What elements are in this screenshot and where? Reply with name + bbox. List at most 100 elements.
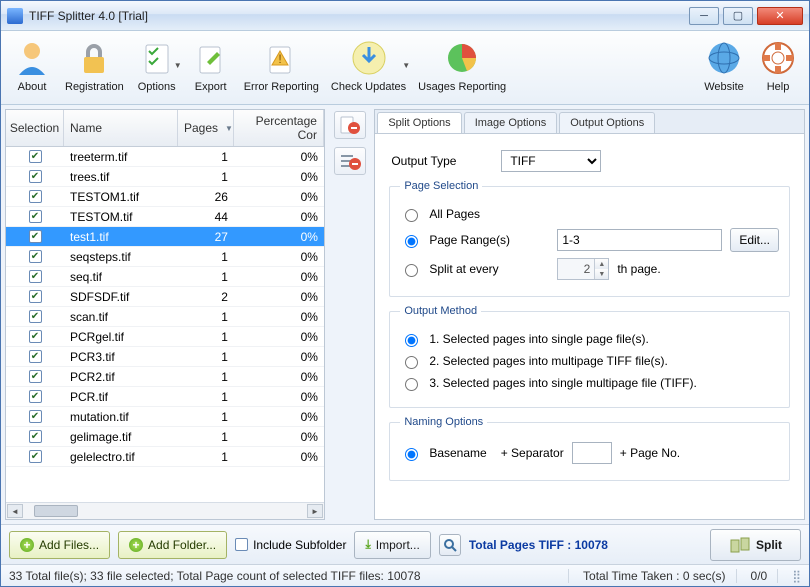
table-row[interactable]: PCRgel.tif10% <box>6 327 324 347</box>
page-range-input[interactable] <box>557 229 722 251</box>
split-every-stepper[interactable]: ▲▼ <box>557 258 609 280</box>
radio-output-multi[interactable] <box>405 356 418 369</box>
row-checkbox[interactable] <box>29 410 42 423</box>
row-checkbox[interactable] <box>29 230 42 243</box>
table-row[interactable]: PCR2.tif10% <box>6 367 324 387</box>
help-button[interactable]: Help <box>751 33 805 102</box>
edit-range-button[interactable]: Edit... <box>730 228 779 252</box>
remove-file-button[interactable] <box>334 111 366 139</box>
row-checkbox[interactable] <box>29 430 42 443</box>
tab-image-options[interactable]: Image Options <box>464 112 558 133</box>
file-grid: Selection Name Pages▼ Percentage Cor tre… <box>5 109 325 520</box>
scroll-right-button[interactable]: ► <box>307 504 323 518</box>
row-checkbox[interactable] <box>29 170 42 183</box>
output-type-select[interactable]: TIFF <box>501 150 601 172</box>
cell-pct: 0% <box>234 210 324 224</box>
registration-button[interactable]: Registration <box>59 33 130 102</box>
row-checkbox[interactable] <box>29 250 42 263</box>
row-checkbox[interactable] <box>29 270 42 283</box>
cell-name: gelelectro.tif <box>64 450 178 464</box>
add-folder-button[interactable]: +Add Folder... <box>118 531 227 559</box>
separator-input[interactable] <box>572 442 612 464</box>
radio-split-every[interactable] <box>405 264 418 277</box>
cell-name: TESTOM.tif <box>64 210 178 224</box>
radio-output-single-multi[interactable] <box>405 378 418 391</box>
minimize-button[interactable]: ─ <box>689 7 719 25</box>
table-row[interactable]: TESTOM.tif440% <box>6 207 324 227</box>
row-checkbox[interactable] <box>29 370 42 383</box>
chevron-down-icon[interactable]: ▼ <box>402 61 410 70</box>
tab-split-options[interactable]: Split Options <box>377 112 461 133</box>
cell-pct: 0% <box>234 410 324 424</box>
radio-output-single[interactable] <box>405 334 418 347</box>
table-row[interactable]: TESTOM1.tif260% <box>6 187 324 207</box>
grid-header: Selection Name Pages▼ Percentage Cor <box>6 110 324 147</box>
table-row[interactable]: scan.tif10% <box>6 307 324 327</box>
radio-basename[interactable] <box>405 448 418 461</box>
table-row[interactable]: trees.tif10% <box>6 167 324 187</box>
col-pages[interactable]: Pages▼ <box>178 110 234 146</box>
cell-name: mutation.tif <box>64 410 178 424</box>
table-row[interactable]: SDFSDF.tif20% <box>6 287 324 307</box>
radio-page-range[interactable] <box>405 235 418 248</box>
export-button[interactable]: Export <box>184 33 238 102</box>
cell-pages: 1 <box>178 390 234 404</box>
scroll-left-button[interactable]: ◄ <box>7 504 23 518</box>
output-method-group: Output Method 1. Selected pages into sin… <box>389 305 790 408</box>
usages-reporting-button[interactable]: Usages Reporting <box>412 33 512 102</box>
grid-body[interactable]: treeterm.tif10%trees.tif10%TESTOM1.tif26… <box>6 147 324 502</box>
scroll-thumb[interactable] <box>34 505 78 517</box>
row-checkbox[interactable] <box>29 290 42 303</box>
resize-grip-icon[interactable]: ⣿ <box>792 569 801 583</box>
col-selection[interactable]: Selection <box>6 110 64 146</box>
row-checkbox[interactable] <box>29 390 42 403</box>
radio-all-pages[interactable] <box>405 209 418 222</box>
include-subfolder-checkbox[interactable]: Include Subfolder <box>235 538 346 552</box>
table-row[interactable]: PCR3.tif10% <box>6 347 324 367</box>
close-button[interactable]: ✕ <box>757 7 803 25</box>
row-checkbox[interactable] <box>29 190 42 203</box>
remove-list-button[interactable] <box>334 147 366 175</box>
options-button[interactable]: ▼ Options <box>130 33 184 102</box>
row-checkbox[interactable] <box>29 350 42 363</box>
table-row[interactable]: treeterm.tif10% <box>6 147 324 167</box>
zoom-button[interactable] <box>439 534 461 556</box>
row-checkbox[interactable] <box>29 310 42 323</box>
total-pages-label: Total Pages TIFF : 10078 <box>469 538 608 552</box>
table-row[interactable]: gelimage.tif10% <box>6 427 324 447</box>
import-button[interactable]: ⤓Import... <box>354 531 430 559</box>
split-button[interactable]: Split <box>710 529 801 561</box>
checkbox-icon[interactable] <box>235 538 248 551</box>
table-row[interactable]: gelelectro.tif10% <box>6 447 324 467</box>
cell-pages: 1 <box>178 250 234 264</box>
table-row[interactable]: mutation.tif10% <box>6 407 324 427</box>
row-checkbox[interactable] <box>29 330 42 343</box>
row-checkbox[interactable] <box>29 150 42 163</box>
step-up-icon[interactable]: ▲ <box>594 259 608 269</box>
website-button[interactable]: Website <box>697 33 751 102</box>
cell-pct: 0% <box>234 310 324 324</box>
output-type-label: Output Type <box>391 154 491 168</box>
title-bar[interactable]: TIFF Splitter 4.0 [Trial] ─ ▢ ✕ <box>1 1 809 31</box>
about-button[interactable]: About <box>5 33 59 102</box>
horizontal-scrollbar[interactable]: ◄ ► <box>6 502 324 519</box>
table-row[interactable]: seqsteps.tif10% <box>6 247 324 267</box>
row-checkbox[interactable] <box>29 210 42 223</box>
table-row[interactable]: PCR.tif10% <box>6 387 324 407</box>
step-down-icon[interactable]: ▼ <box>594 269 608 279</box>
chevron-down-icon[interactable]: ▼ <box>174 61 182 70</box>
split-options-page: Output Type TIFF Page Selection All Page… <box>375 134 804 519</box>
maximize-button[interactable]: ▢ <box>723 7 753 25</box>
cell-name: PCRgel.tif <box>64 330 178 344</box>
table-row[interactable]: seq.tif10% <box>6 267 324 287</box>
cell-pct: 0% <box>234 150 324 164</box>
table-row[interactable]: test1.tif270% <box>6 227 324 247</box>
cell-name: SDFSDF.tif <box>64 290 178 304</box>
row-checkbox[interactable] <box>29 450 42 463</box>
add-files-button[interactable]: +Add Files... <box>9 531 110 559</box>
col-name[interactable]: Name <box>64 110 178 146</box>
tab-output-options[interactable]: Output Options <box>559 112 655 133</box>
check-updates-button[interactable]: ▼ Check Updates <box>325 33 412 102</box>
col-percentage[interactable]: Percentage Cor <box>234 110 324 146</box>
error-reporting-button[interactable]: ! Error Reporting <box>238 33 325 102</box>
